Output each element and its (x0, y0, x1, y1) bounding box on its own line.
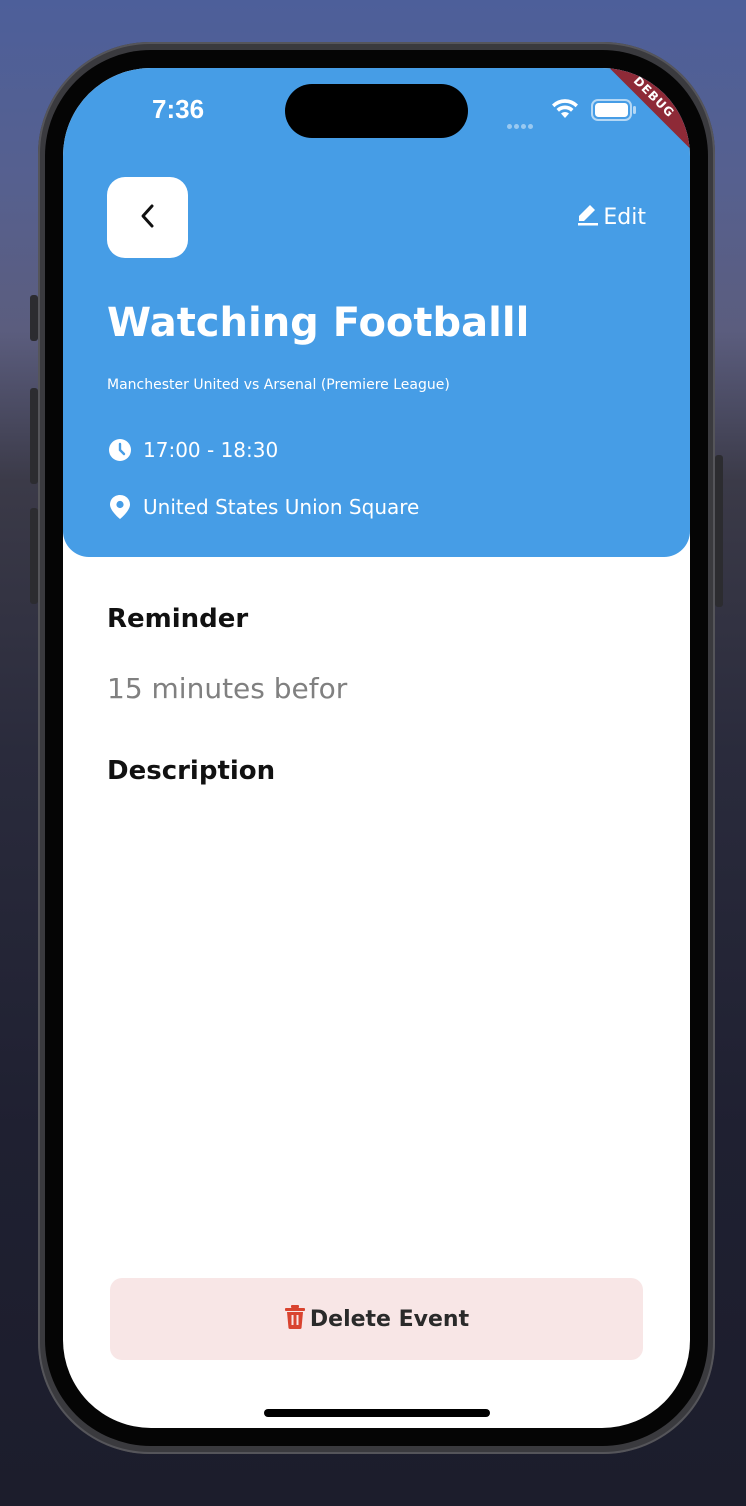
pencil-icon (577, 202, 603, 232)
reminder-heading: Reminder (107, 604, 249, 634)
event-time-row: 17:00 - 18:30 (107, 437, 278, 463)
event-subtitle: Manchester United vs Arsenal (Premiere L… (107, 377, 450, 393)
status-time: 7:36 (152, 94, 205, 124)
chevron-left-icon (138, 203, 158, 233)
edit-button[interactable]: Edit (577, 202, 646, 232)
cellular-signal-icon (507, 114, 535, 133)
reminder-value: 15 minutes befor (107, 672, 348, 705)
edit-label: Edit (603, 204, 646, 230)
back-button[interactable] (107, 177, 188, 258)
app-screen: 7:36 DEBUG Edit Watching Footballl Manch… (63, 68, 690, 1428)
map-pin-icon (107, 494, 133, 520)
volume-up-button (30, 388, 38, 484)
event-time-range: 17:00 - 18:30 (143, 438, 279, 462)
home-indicator[interactable] (264, 1409, 490, 1417)
battery-icon (591, 99, 637, 125)
wifi-icon (550, 98, 580, 124)
delete-event-button[interactable]: Delete Event (110, 1278, 643, 1360)
volume-down-button (30, 508, 38, 604)
silent-switch (30, 295, 38, 341)
dynamic-island (285, 84, 468, 138)
description-heading: Description (107, 756, 276, 786)
delete-event-label: Delete Event (309, 1306, 470, 1332)
event-header: 7:36 DEBUG Edit Watching Footballl Manch… (63, 68, 690, 557)
clock-icon (107, 437, 133, 463)
power-button (715, 455, 723, 607)
event-location: United States Union Square (143, 495, 420, 519)
event-title: Watching Footballl (107, 300, 530, 346)
event-location-row: United States Union Square (107, 494, 419, 520)
trash-icon (284, 1304, 306, 1334)
